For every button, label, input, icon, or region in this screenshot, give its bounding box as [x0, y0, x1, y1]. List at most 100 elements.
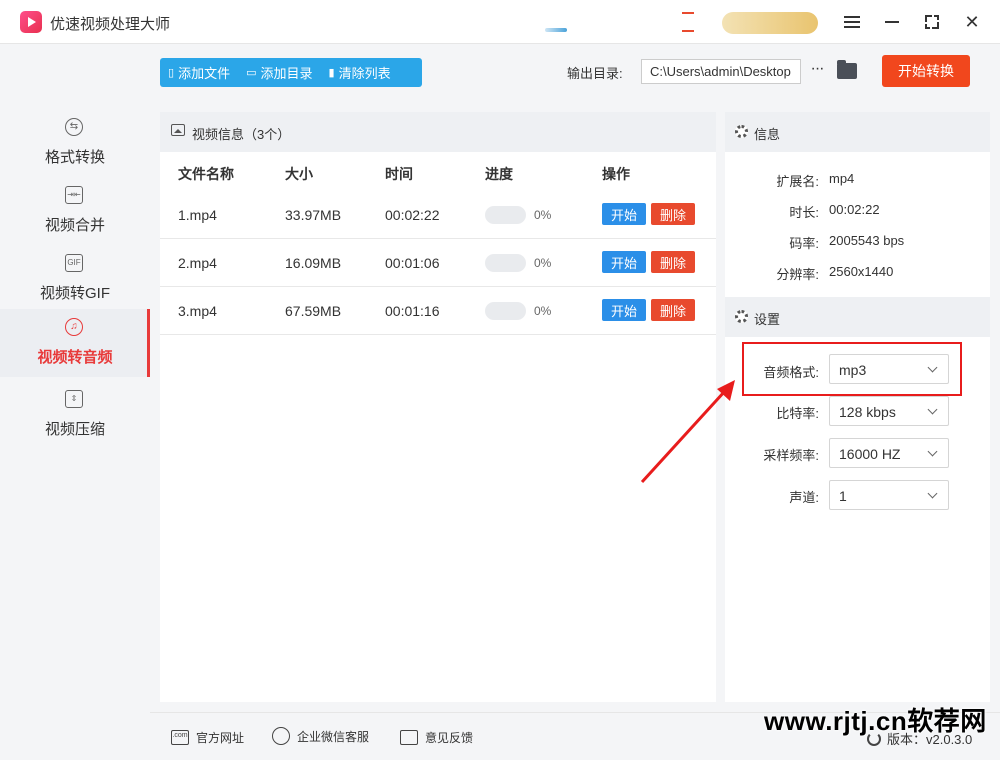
info-title: 信息 [754, 127, 781, 142]
info-header: 信息 [725, 112, 990, 152]
official-website-link[interactable]: .com 官方网址 [171, 729, 244, 746]
sidebar: ⇆ 格式转换 ⇥⇤ 视频合并 GIF 视频转GIF ♫ 视频转音频 ⇕ 视频压缩 [0, 45, 150, 760]
gif-icon: GIF [64, 253, 84, 273]
compress-icon: ⇕ [64, 389, 84, 409]
channels-select[interactable]: 1 [829, 480, 949, 510]
promo-icon[interactable] [682, 12, 694, 32]
sidebar-item-label: 视频转音频 [37, 349, 113, 366]
file-name: 3.mp4 [178, 303, 217, 319]
sidebar-item-label: 视频转GIF [40, 285, 110, 302]
chevron-down-icon [927, 404, 938, 415]
file-icon: ▯ [168, 67, 175, 79]
output-dir-field[interactable]: C:\Users\admin\Desktop [641, 59, 801, 84]
delete-button[interactable]: 删除 [651, 299, 695, 321]
sidebar-item-video-to-gif[interactable]: GIF 视频转GIF [0, 245, 150, 313]
file-toolbar: ▯ 添加文件 ▭ 添加目录 ▮ 清除列表 [160, 58, 422, 87]
info-label-extension: 扩展名: [776, 174, 819, 189]
app-logo-icon [20, 11, 42, 33]
chat-icon [272, 727, 290, 745]
delete-button[interactable]: 删除 [651, 203, 695, 225]
menu-icon [844, 16, 860, 28]
wechat-support-link[interactable]: 企业微信客服 [272, 727, 369, 745]
start-button[interactable]: 开始 [602, 299, 646, 321]
start-button[interactable]: 开始 [602, 251, 646, 273]
info-label-resolution: 分辨率: [776, 267, 819, 282]
file-panel-title: 视频信息（3个） [192, 127, 291, 142]
progress-bar [485, 302, 526, 320]
trash-icon: ▮ [328, 67, 335, 79]
sidebar-item-video-to-audio[interactable]: ♫ 视频转音频 [0, 309, 150, 377]
file-size: 33.97MB [285, 207, 342, 223]
properties-panel: 信息 扩展名: mp4 时长: 00:02:22 码率: 2005543 bps… [725, 112, 990, 702]
menu-button[interactable] [840, 10, 864, 34]
annotation-highlight-box [742, 342, 962, 396]
sidebar-item-video-compress[interactable]: ⇕ 视频压缩 [0, 381, 150, 449]
more-options-button[interactable]: ··· [807, 60, 827, 82]
progress-text: 0% [534, 208, 552, 222]
table-row[interactable]: 1.mp4 33.97MB 00:02:22 0% 开始 删除 [160, 191, 716, 239]
feedback-icon [400, 730, 418, 745]
file-size: 16.09MB [285, 255, 342, 271]
folder-outline-icon: ▭ [246, 67, 257, 79]
close-icon: ✕ [964, 11, 980, 32]
settings-title: 设置 [754, 312, 781, 327]
info-label-bitrate: 码率: [789, 236, 819, 251]
column-header-size: 大小 [285, 166, 313, 182]
minimize-button[interactable] [880, 10, 904, 34]
progress-text: 0% [534, 256, 552, 270]
channels-label: 声道: [789, 490, 819, 505]
file-size: 67.59MB [285, 303, 342, 319]
chevron-down-icon [927, 488, 938, 499]
file-list-panel: 视频信息（3个） 文件名称 大小 时间 进度 操作 1.mp4 33.97MB … [160, 112, 716, 702]
audio-icon: ♫ [64, 317, 84, 337]
file-panel-header: 视频信息（3个） [160, 112, 716, 152]
sample-rate-select[interactable]: 16000 HZ [829, 438, 949, 468]
file-duration: 00:02:22 [385, 207, 440, 223]
add-file-button[interactable]: ▯ 添加文件 [160, 58, 238, 87]
website-icon: .com [171, 730, 189, 745]
watermark-text: www.rjtj.cn软荐网 [764, 706, 987, 736]
start-convert-button[interactable]: 开始转换 [882, 55, 970, 87]
info-label-duration: 时长: [789, 205, 819, 220]
add-folder-button[interactable]: ▭ 添加目录 [238, 58, 320, 87]
title-bar: 优速视频处理大师 ✕ [0, 0, 1000, 44]
settings-header: 设置 [725, 297, 990, 337]
table-row[interactable]: 3.mp4 67.59MB 00:01:16 0% 开始 删除 [160, 287, 716, 335]
close-button[interactable]: ✕ [960, 10, 984, 34]
progress-text: 0% [534, 304, 552, 318]
delete-button[interactable]: 删除 [651, 251, 695, 273]
file-name: 1.mp4 [178, 207, 217, 223]
start-button[interactable]: 开始 [602, 203, 646, 225]
open-folder-icon[interactable] [837, 60, 857, 79]
feedback-link[interactable]: 意见反馈 [400, 729, 473, 746]
column-header-name: 文件名称 [178, 166, 234, 182]
chevron-down-icon [927, 446, 938, 457]
merge-icon: ⇥⇤ [64, 185, 84, 205]
info-value-extension: mp4 [829, 171, 855, 186]
sidebar-item-label: 视频合并 [44, 217, 105, 234]
sidebar-item-label: 格式转换 [44, 149, 105, 166]
file-name: 2.mp4 [178, 255, 217, 271]
column-header-time: 时间 [385, 166, 413, 182]
progress-bar [485, 206, 526, 224]
bitrate-select[interactable]: 128 kbps [829, 396, 949, 426]
progress-bar [485, 254, 526, 272]
file-duration: 00:01:06 [385, 255, 440, 271]
image-icon [171, 124, 185, 136]
sidebar-item-video-merge[interactable]: ⇥⇤ 视频合并 [0, 177, 150, 245]
sidebar-item-format-convert[interactable]: ⇆ 格式转换 [0, 109, 150, 177]
app-title: 优速视频处理大师 [50, 16, 171, 33]
file-duration: 00:01:16 [385, 303, 440, 319]
maximize-button[interactable] [920, 10, 944, 34]
output-dir-label: 输出目录: [567, 66, 623, 81]
annotation-arrow-icon [640, 380, 735, 484]
info-value-duration: 00:02:22 [829, 202, 880, 217]
minimize-icon [885, 21, 899, 23]
table-row[interactable]: 2.mp4 16.09MB 00:01:06 0% 开始 删除 [160, 239, 716, 287]
vip-badge[interactable] [722, 12, 818, 34]
info-value-bitrate: 2005543 bps [829, 233, 905, 248]
sidebar-item-label: 视频压缩 [44, 421, 105, 438]
gear-icon [735, 310, 748, 323]
maximize-icon [925, 15, 939, 29]
clear-list-button[interactable]: ▮ 清除列表 [321, 58, 399, 87]
